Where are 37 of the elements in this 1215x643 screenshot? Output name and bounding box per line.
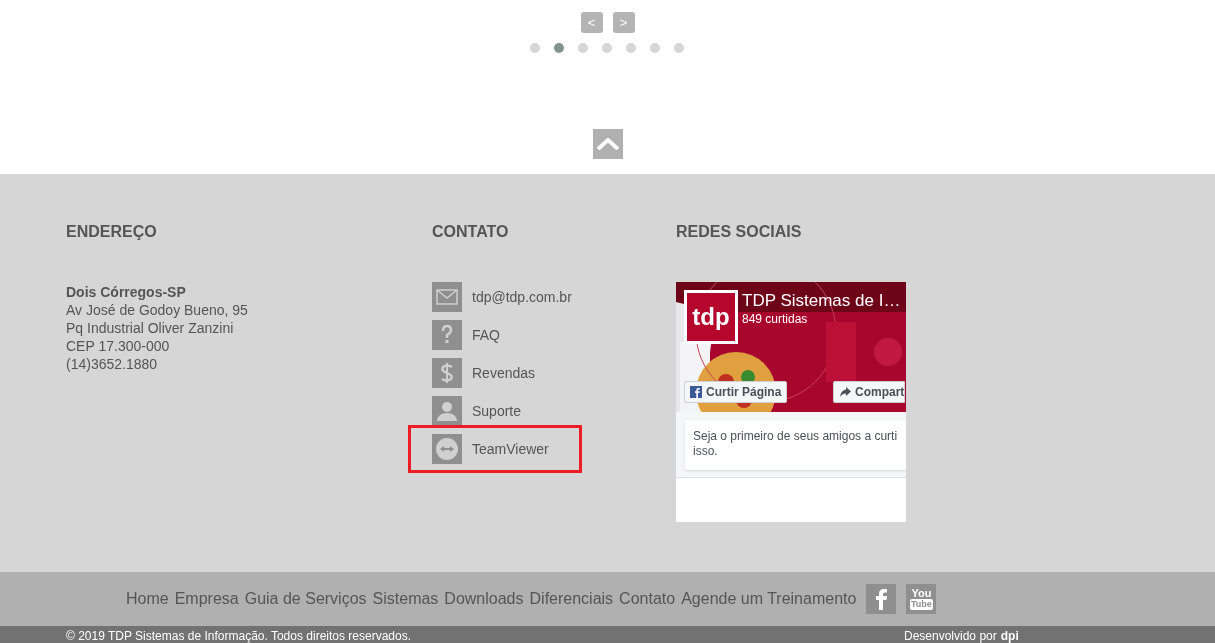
address-line: Av José de Godoy Bueno, 95 [66, 301, 249, 319]
video-channel-link[interactable]: You Tube [906, 584, 937, 614]
nav-link[interactable]: Downloads [444, 587, 524, 611]
nav-link[interactable]: Contato [619, 587, 676, 611]
copyright-text: © 2019 TDP Sistemas de Informação. Todos direitos reservados. [66, 629, 412, 643]
developer-logo[interactable]: dpi [1000, 629, 1019, 643]
likes-count: 849 curtidas [742, 312, 808, 326]
section-heading: ENDEREÇO [66, 223, 158, 241]
nav-link[interactable]: Diferenciais [529, 587, 614, 611]
credit-text: Desenvolvido por [904, 629, 997, 643]
envelope-icon [432, 282, 462, 312]
previous-button[interactable]: < [580, 12, 603, 33]
city-name: Dois Córregos-SP [66, 283, 187, 301]
facebook-icon[interactable] [866, 584, 897, 614]
next-button[interactable]: > [612, 12, 635, 33]
like-button[interactable]: Curtir Página [684, 381, 788, 403]
dollar-icon [432, 358, 462, 388]
contact-link[interactable]: TeamViewer [408, 425, 582, 473]
question-mark-icon [432, 320, 462, 350]
nav-link[interactable]: Home [126, 587, 169, 611]
share-arrow-icon [840, 387, 851, 397]
friends-text: Seja o primeiro de seus amigos a curti isso. [685, 420, 906, 470]
share-button[interactable]: Compart [833, 381, 906, 403]
address-line: (14)3652.1880 [66, 355, 159, 373]
nav-link[interactable]: Guia de Serviços [244, 587, 367, 611]
section-heading: REDES SOCIAIS [676, 223, 803, 241]
section-heading: CONTATO [432, 223, 510, 241]
address-line: CEP 17.300-000 [66, 337, 171, 355]
scroll-top-button[interactable] [592, 129, 623, 159]
address-line: Pq Industrial Oliver Zanzini [66, 319, 235, 337]
nav-link[interactable]: Agende um Treinamento [681, 587, 857, 611]
facebook-icon [690, 386, 702, 398]
person-icon [432, 396, 462, 426]
chevron-up-icon [596, 138, 619, 150]
nav-link[interactable]: Empresa [174, 587, 239, 611]
page-logo: tdp [684, 290, 738, 344]
nav-link[interactable]: Sistemas [372, 587, 439, 611]
